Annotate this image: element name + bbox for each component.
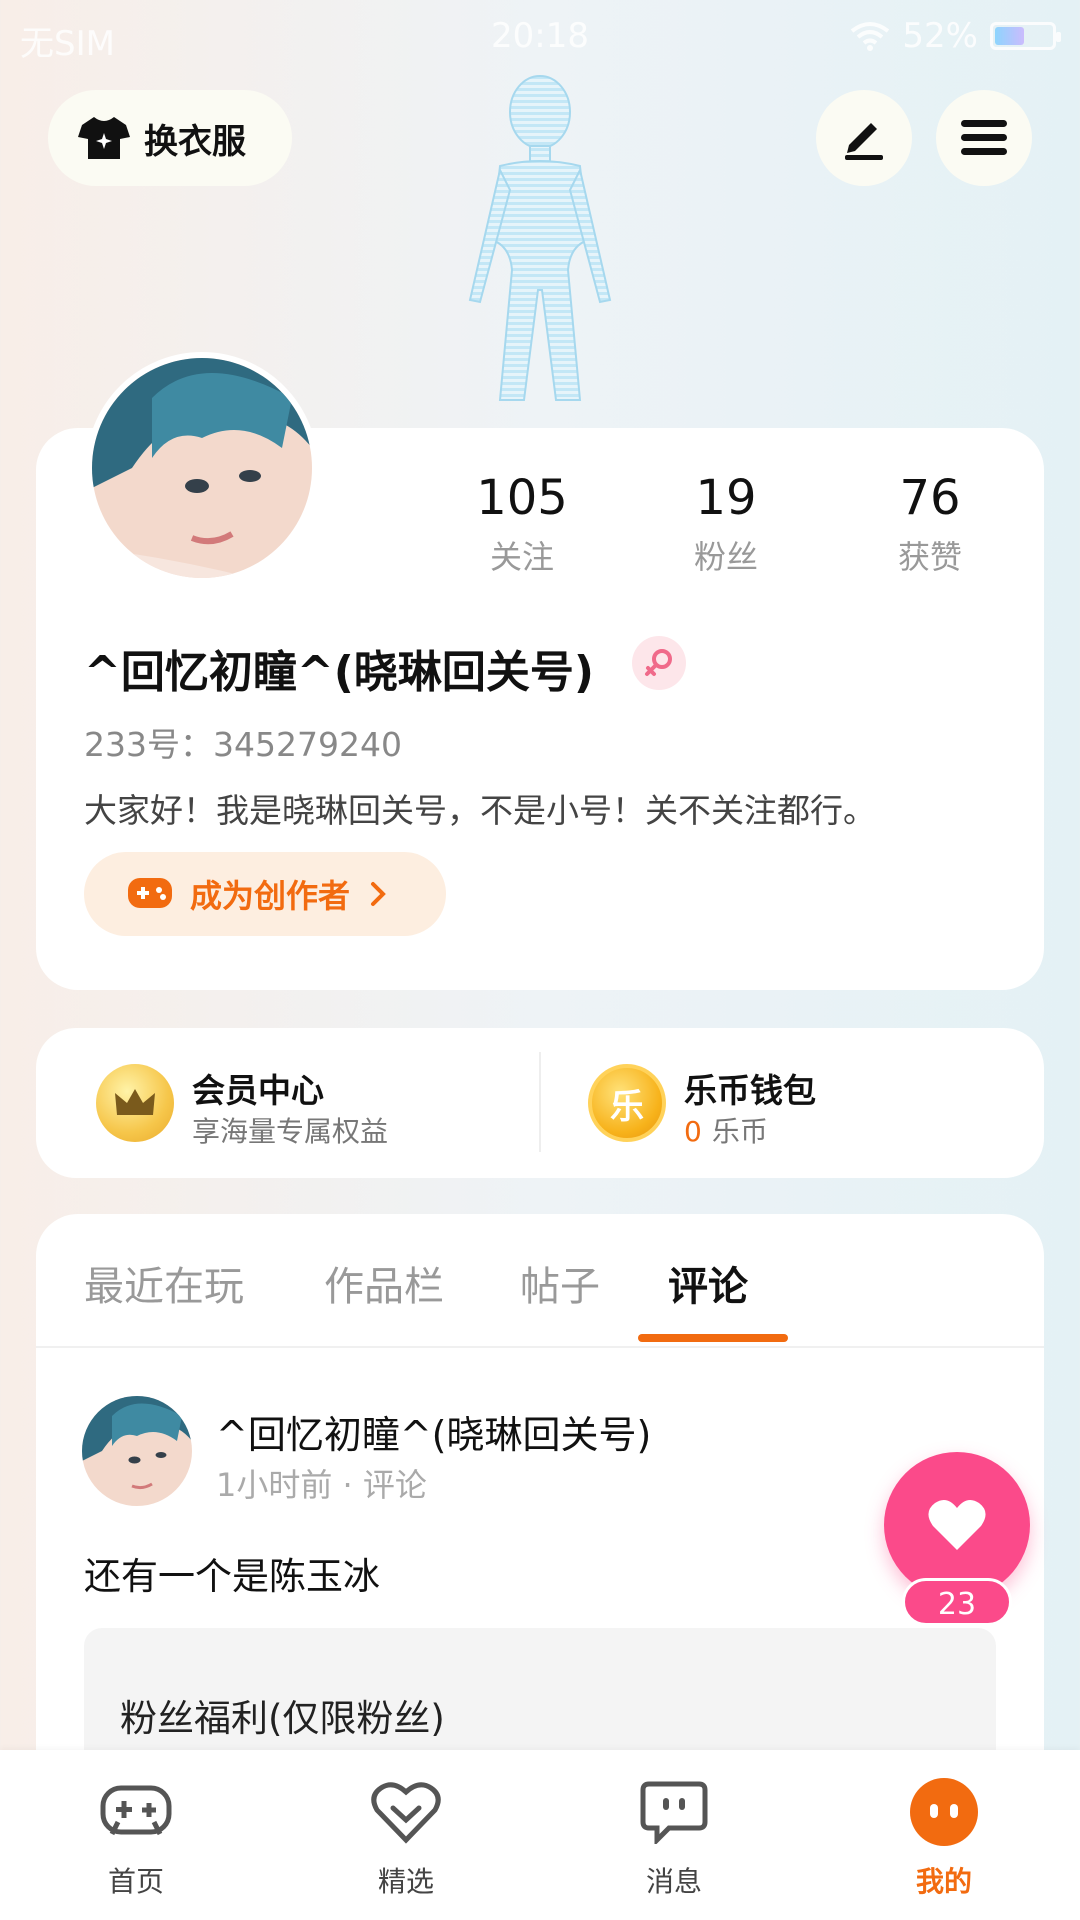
status-right: 52%	[850, 16, 1061, 56]
heart-shield-icon	[371, 1782, 441, 1844]
stat-fans-label: 粉丝	[693, 538, 758, 576]
smiley-icon	[910, 1778, 978, 1846]
tab-indicator	[638, 1334, 788, 1342]
nav-home-label: 首页	[107, 1865, 164, 1898]
menu-button[interactable]	[936, 90, 1032, 186]
post-text: 还有一个是陈玉冰	[84, 1555, 380, 1598]
post-author[interactable]: ^回忆初瞳^(晓琳回关号)	[216, 1404, 651, 1459]
nav-messages[interactable]: 消息	[594, 1772, 754, 1900]
nickname: ^回忆初瞳^(晓琳回关号)	[84, 647, 594, 698]
nav-home[interactable]: 首页	[56, 1772, 216, 1900]
nav-messages-label: 消息	[645, 1865, 702, 1898]
change-outfit-button[interactable]: 换衣服	[48, 90, 292, 186]
like-button[interactable]	[884, 1452, 1030, 1598]
pen-icon	[845, 123, 883, 160]
avatar[interactable]	[86, 352, 318, 584]
become-creator-label: 成为创作者	[190, 877, 351, 915]
nav-me[interactable]: 我的	[864, 1772, 1024, 1900]
stat-following-value: 105	[476, 470, 568, 526]
nav-featured[interactable]: 精选	[326, 1772, 486, 1900]
tshirt-icon	[78, 117, 130, 159]
avatar-figure[interactable]	[430, 70, 650, 430]
gamepad-icon	[100, 1785, 172, 1836]
wallet-balance: 0 乐币	[684, 1110, 768, 1150]
tab-posts[interactable]: 帖子	[520, 1254, 600, 1312]
divider	[539, 1052, 541, 1152]
post-meta: 1小时前 · 评论	[216, 1466, 427, 1504]
coin-icon: 乐	[588, 1064, 666, 1142]
stat-following[interactable]: 105 关注	[432, 470, 612, 578]
bio: 大家好！我是晓琳回关号，不是小号！关不关注都行。	[84, 791, 876, 830]
become-creator-button[interactable]: 成为创作者	[84, 852, 446, 936]
crown-icon	[96, 1064, 174, 1142]
tab-comments[interactable]: 评论	[668, 1254, 748, 1312]
stat-fans-value: 19	[695, 470, 757, 526]
hamburger-icon	[961, 120, 1007, 155]
vip-center-title[interactable]: 会员中心	[192, 1064, 324, 1112]
quoted-post-title: 粉丝福利(仅限粉丝)	[120, 1697, 445, 1740]
stat-fans[interactable]: 19 粉丝	[636, 470, 816, 578]
tab-recent-play[interactable]: 最近在玩	[84, 1254, 244, 1312]
post-avatar[interactable]	[82, 1396, 192, 1506]
like-count: 23	[902, 1578, 1012, 1626]
nav-featured-label: 精选	[377, 1865, 434, 1898]
stat-likes-label: 获赞	[897, 538, 962, 576]
stat-likes[interactable]: 76 获赞	[840, 470, 1020, 578]
battery-icon	[990, 22, 1061, 50]
change-outfit-label: 换衣服	[144, 121, 246, 162]
tab-works[interactable]: 作品栏	[324, 1254, 444, 1312]
wallet-unit: 乐币	[711, 1115, 768, 1148]
edit-profile-button[interactable]	[816, 90, 912, 186]
stat-likes-value: 76	[899, 470, 961, 526]
wallet-amount: 0	[684, 1115, 702, 1148]
wifi-icon	[851, 22, 890, 51]
avatar-portrait	[92, 358, 312, 578]
status-bar: 无SIM 20:18 52%	[0, 0, 1080, 70]
user-id: 233号：345279240	[84, 725, 402, 764]
chevron-right-icon	[371, 882, 386, 906]
wallet-title[interactable]: 乐币钱包	[684, 1064, 816, 1112]
female-icon	[632, 636, 686, 690]
battery-fill	[995, 27, 1025, 45]
heart-icon	[928, 1499, 986, 1550]
nav-me-label: 我的	[915, 1865, 972, 1898]
gamepad-icon	[128, 878, 172, 908]
battery-percent: 52%	[902, 16, 978, 56]
stat-following-label: 关注	[489, 538, 554, 576]
chat-bubble-icon	[640, 1781, 708, 1844]
vip-center-subtitle: 享海量专属权益	[192, 1115, 389, 1148]
tab-divider	[36, 1346, 1044, 1348]
